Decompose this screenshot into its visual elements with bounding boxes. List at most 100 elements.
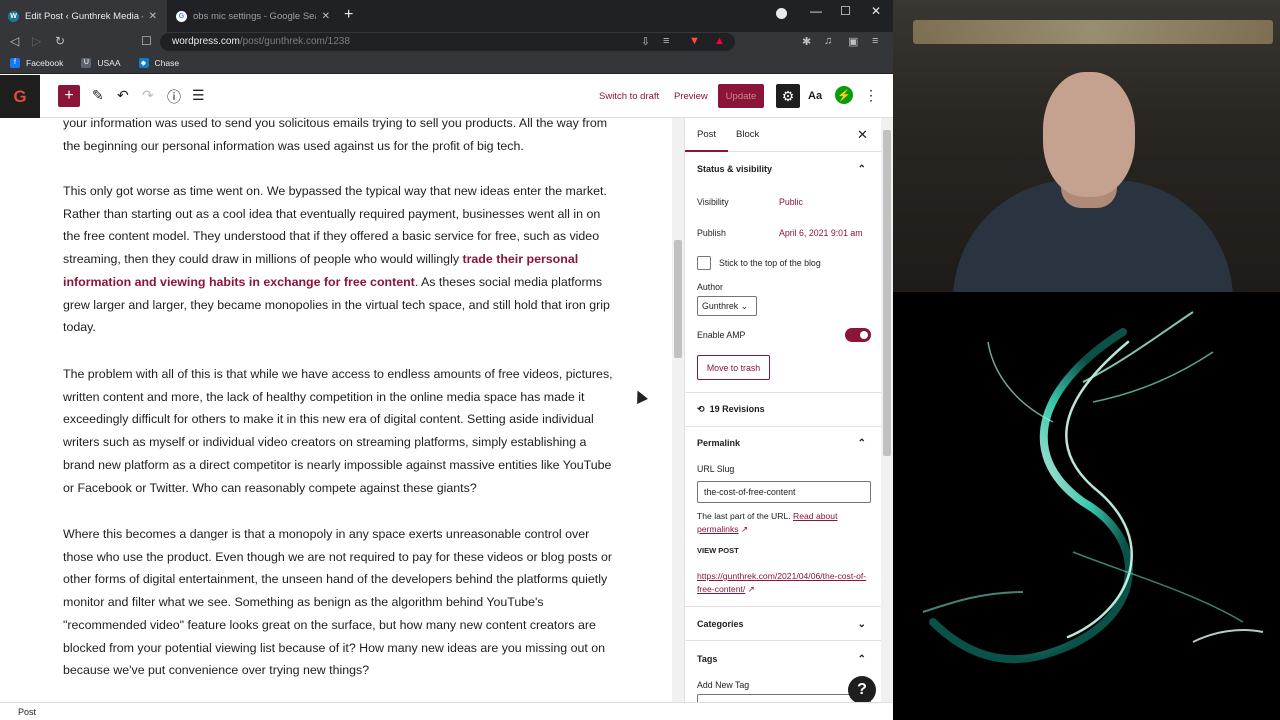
pencil-icon[interactable]: ✎ (92, 87, 104, 104)
dragon-logo-icon (922, 311, 1264, 664)
bookmark-chase[interactable]: ◆ Chase (138, 57, 179, 68)
bookmark-facebook[interactable]: f Facebook (10, 57, 63, 68)
maximize-icon[interactable]: ☐ (840, 4, 851, 18)
menu-icon[interactable]: ≡ (872, 35, 878, 47)
tab-block[interactable]: Block (736, 129, 759, 140)
status-visibility-toggle[interactable]: Status & visibility ⌃ (685, 164, 881, 175)
minimize-icon[interactable]: — (810, 4, 822, 18)
post-content: your information was used to send you so… (0, 118, 672, 702)
bookmark-icon[interactable]: ☐ (141, 34, 152, 48)
view-post-link[interactable]: https://gunthrek.com/2021/04/06/the-cost… (697, 571, 866, 594)
author-label: Author (697, 282, 723, 292)
jetpack-icon[interactable]: ⚡ (835, 86, 853, 104)
bookmarks-bar: f Facebook U USAA ◆ Chase (0, 52, 893, 74)
tab-strip: W Edit Post ‹ Gunthrek Media — W ✕ G obs… (0, 0, 893, 32)
forward-icon[interactable]: ▷ (32, 34, 41, 48)
paragraph-block[interactable]: your information was used to send you so… (63, 118, 613, 157)
sticky-label: Stick to the top of the blog (719, 258, 821, 268)
site-logo[interactable]: G (0, 75, 40, 118)
ceiling-light (913, 20, 1273, 44)
back-icon[interactable]: ◁ (10, 34, 19, 48)
mouse-cursor-icon (632, 388, 648, 404)
tags-toggle[interactable]: Tags ⌃ (685, 654, 881, 665)
redo-icon[interactable]: ↷ (142, 87, 154, 104)
new-tab-icon[interactable]: + (344, 6, 353, 24)
external-link-icon: ↗ (740, 524, 749, 534)
extensions-icon[interactable]: ✱ (802, 35, 811, 48)
divider (685, 640, 881, 641)
breadcrumb[interactable]: Post (0, 702, 893, 720)
paragraph-block[interactable]: Where this becomes a danger is that a mo… (63, 523, 613, 682)
media-icon[interactable]: ♫ (824, 35, 832, 47)
author-select[interactable]: Gunthrek ⌄ (697, 296, 757, 316)
reload-icon[interactable]: ↻ (55, 34, 65, 48)
move-to-trash-button[interactable]: Move to trash (697, 355, 770, 380)
slug-input[interactable]: the-cost-of-free-content (697, 481, 871, 503)
add-block-button[interactable]: + (58, 85, 80, 107)
categories-toggle[interactable]: Categories ⌄ (685, 619, 881, 630)
amp-toggle[interactable] (845, 328, 871, 342)
content-scrollbar[interactable] (672, 118, 684, 702)
sticky-checkbox[interactable] (697, 256, 711, 270)
window-close-icon[interactable]: ✕ (871, 4, 881, 18)
view-post-link-wrap: https://gunthrek.com/2021/04/06/the-cost… (697, 570, 873, 596)
add-tag-label: Add New Tag (697, 680, 750, 690)
divider (685, 392, 881, 393)
info-icon[interactable]: ⓘ (167, 87, 181, 107)
undo-icon[interactable]: ↶ (117, 87, 129, 104)
visibility-value[interactable]: Public (779, 197, 803, 207)
presenter-head (1043, 72, 1135, 197)
tab-title: obs mic settings - Google Search (193, 10, 316, 22)
editor-toolbar: G + ✎ ↶ ↷ ⓘ ☰ Switch to draft Preview Up… (0, 75, 893, 118)
help-button[interactable]: ? (848, 676, 876, 704)
close-sidebar-icon[interactable]: ✕ (857, 127, 868, 143)
wallet-icon[interactable]: ▣ (848, 35, 858, 48)
webcam-overlay (893, 0, 1280, 292)
sidebar-scrollbar[interactable] (881, 118, 893, 702)
close-icon[interactable]: ✕ (322, 11, 330, 22)
list-view-icon[interactable]: ☰ (192, 87, 205, 104)
facebook-icon: f (10, 57, 20, 68)
revisions-link[interactable]: ⟲ 19 Revisions (685, 404, 881, 415)
update-button[interactable]: Update (718, 84, 764, 108)
tab-post[interactable]: Post (685, 129, 729, 152)
address-bar-row: ◁ ▷ ↻ ☐ wordpress.com/post/gunthrek.com/… (0, 32, 893, 52)
browser-window: W Edit Post ‹ Gunthrek Media — W ✕ G obs… (0, 0, 893, 720)
usaa-icon: U (81, 57, 92, 68)
reader-icon[interactable]: ≡ (663, 35, 669, 47)
chase-icon: ◆ (138, 57, 149, 68)
install-icon[interactable]: ⇩ (641, 35, 650, 48)
amp-label: Enable AMP (697, 330, 746, 340)
close-icon[interactable]: ✕ (149, 11, 157, 22)
sidebar-tabs: Post Block ✕ (685, 118, 881, 152)
divider (685, 606, 881, 607)
settings-gear-icon[interactable]: ⚙ (776, 84, 800, 108)
history-icon: ⟲ (697, 404, 705, 414)
scroll-thumb[interactable] (883, 130, 891, 456)
permalink-toggle[interactable]: Permalink ⌃ (685, 438, 881, 449)
divider (685, 426, 881, 427)
settings-sidebar: Post Block ✕ Status & visibility ⌃ Visibi… (684, 118, 881, 702)
external-link-icon: ↗ (747, 584, 755, 594)
publish-date[interactable]: April 6, 2021 9:01 am (779, 228, 863, 238)
slug-label: URL Slug (697, 464, 735, 474)
view-post-label: VIEW POST (697, 546, 739, 555)
scroll-thumb[interactable] (674, 240, 682, 358)
chevron-up-icon: ⌃ (857, 164, 866, 175)
tab-edit-post[interactable]: W Edit Post ‹ Gunthrek Media — W ✕ (0, 0, 167, 32)
bookmark-usaa[interactable]: U USAA (81, 57, 121, 68)
brave-rewards-icon[interactable]: ▲ (714, 35, 725, 47)
tag-input[interactable] (697, 694, 871, 702)
more-options-icon[interactable]: ⋮ (864, 87, 878, 104)
paragraph-block[interactable]: The problem with all of this is that whi… (63, 363, 613, 499)
tab-google-search[interactable]: G obs mic settings - Google Search ✕ (168, 0, 340, 32)
profile-icon[interactable] (776, 8, 787, 19)
brave-shield-icon[interactable]: ▼ (689, 35, 700, 47)
paragraph-block[interactable]: This only got worse as time went on. We … (63, 180, 613, 339)
preview-button[interactable]: Preview (674, 91, 708, 102)
chevron-up-icon: ⌃ (857, 438, 866, 449)
url-domain: wordpress.com (172, 36, 240, 47)
tab-title: Edit Post ‹ Gunthrek Media — W (25, 10, 143, 22)
switch-to-draft-button[interactable]: Switch to draft (599, 91, 659, 102)
styles-button[interactable]: Aa (808, 90, 822, 102)
